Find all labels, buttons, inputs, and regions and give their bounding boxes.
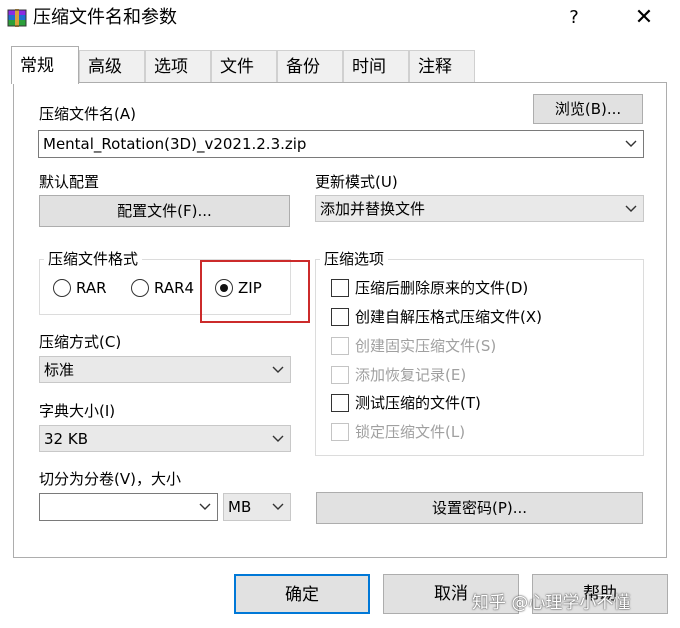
archive-format-title: 压缩文件格式 [44,250,143,268]
create-sfx-label: 创建自解压格式压缩文件(X) [355,308,542,326]
tab-backup[interactable]: 备份 [277,50,343,82]
help-question-button[interactable]: ? [554,3,594,33]
chevron-down-icon [625,205,637,212]
compression-method-label: 压缩方式(C) [39,333,122,351]
ok-button[interactable]: 确定 [234,574,370,614]
lock-archive-label: 锁定压缩文件(L) [355,423,466,441]
volume-unit-select[interactable]: MB [223,493,291,521]
browse-button[interactable]: 浏览(B)... [533,94,643,124]
close-button[interactable]: ✕ [624,3,664,33]
update-mode-value: 添加并替换文件 [320,200,426,218]
chevron-down-icon [272,366,284,373]
compression-options-title: 压缩选项 [320,250,389,268]
winrar-app-icon [7,9,27,27]
window-title: 压缩文件名和参数 [33,7,177,28]
delete-after-label: 压缩后删除原来的文件(D) [355,279,529,297]
tab-advanced[interactable]: 高级 [79,50,145,82]
red-highlight-box [200,260,310,323]
split-volumes-combo[interactable] [39,493,218,521]
checkbox-solid-archive [331,337,349,355]
compression-method-value: 标准 [44,361,75,379]
default-profile-label: 默认配置 [39,173,100,191]
tab-options[interactable]: 选项 [145,50,211,82]
checkbox-recovery-record [331,366,349,384]
zhihu-watermark: 知乎 @心理学小不懂 [472,593,631,613]
test-files-label: 测试压缩的文件(T) [355,394,481,412]
tab-comment[interactable]: 注释 [409,50,475,82]
tab-general[interactable]: 常规 [11,46,79,84]
split-volumes-label: 切分为分卷(V)，大小 [39,470,181,488]
radio-rar4-label: RAR4 [154,279,195,297]
update-mode-label: 更新模式(U) [315,173,398,191]
radio-rar-label: RAR [76,279,107,297]
radio-rar4[interactable] [131,279,149,297]
volume-unit-value: MB [228,498,252,516]
tab-files[interactable]: 文件 [211,50,277,82]
profiles-button[interactable]: 配置文件(F)... [39,195,290,227]
checkbox-delete-after[interactable] [331,279,349,297]
radio-rar[interactable] [53,279,71,297]
solid-archive-label: 创建固实压缩文件(S) [355,337,497,355]
archive-name-label: 压缩文件名(A) [39,105,136,123]
archive-name-combo[interactable]: Mental_Rotation(3D)_v2021.2.3.zip [38,130,644,158]
recovery-record-label: 添加恢复记录(E) [355,366,467,384]
update-mode-select[interactable]: 添加并替换文件 [315,195,644,222]
chevron-down-icon [272,503,284,510]
dictionary-size-value: 32 KB [44,430,88,448]
checkbox-lock-archive [331,423,349,441]
tab-time[interactable]: 时间 [343,50,409,82]
chevron-down-icon [625,140,637,147]
compression-method-select[interactable]: 标准 [39,356,291,383]
checkbox-create-sfx[interactable] [331,308,349,326]
chevron-down-icon [199,503,211,510]
archive-name-value: Mental_Rotation(3D)_v2021.2.3.zip [43,135,307,153]
checkbox-test-files[interactable] [331,394,349,412]
set-password-button[interactable]: 设置密码(P)... [316,492,643,524]
chevron-down-icon [272,435,284,442]
dictionary-size-select[interactable]: 32 KB [39,425,291,452]
dictionary-size-label: 字典大小(I) [39,402,116,420]
